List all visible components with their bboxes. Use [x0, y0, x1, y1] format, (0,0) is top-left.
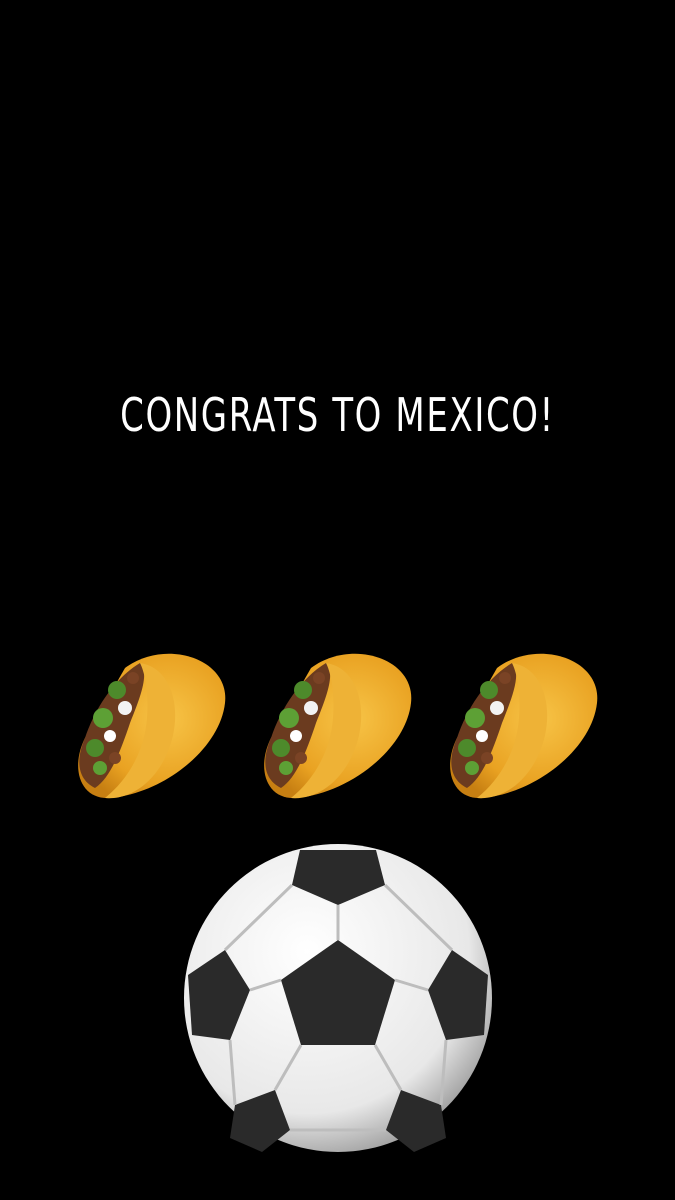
taco-icon: [55, 628, 235, 808]
taco-icon: [241, 628, 421, 808]
taco-emoji-row: [55, 628, 615, 808]
soccer-ball-icon: [180, 840, 496, 1156]
taco-icon: [427, 628, 607, 808]
caption-text: CONGRATS TO MEXICO!: [120, 388, 555, 442]
story-canvas: CONGRATS TO MEXICO!: [0, 0, 675, 1200]
